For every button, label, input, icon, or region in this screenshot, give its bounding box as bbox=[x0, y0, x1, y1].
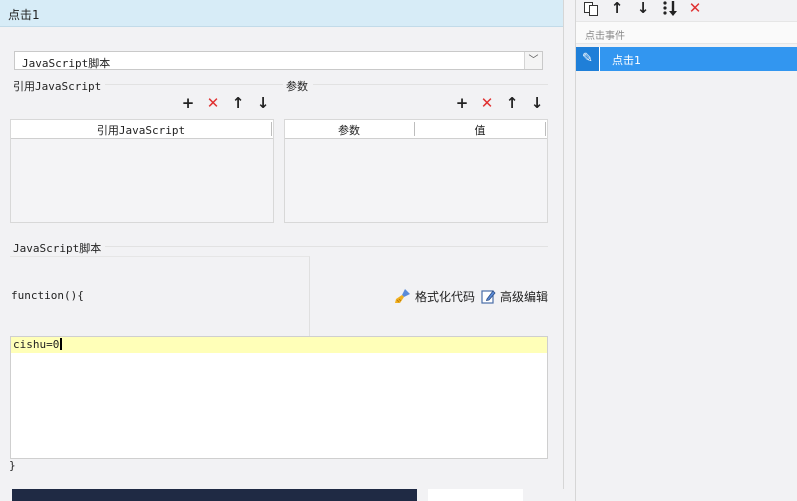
params-delete-icon[interactable]: ✕ bbox=[479, 95, 495, 111]
ref-js-add-icon[interactable]: + bbox=[180, 95, 196, 111]
format-code-button[interactable]: 格式化代码 bbox=[394, 288, 475, 305]
pencil-icon[interactable]: ✎ bbox=[576, 47, 600, 71]
code-line-1[interactable]: cishu=0 bbox=[13, 338, 63, 351]
format-code-label: 格式化代码 bbox=[415, 290, 476, 304]
event-list-panel: ↑ ↓ ✕ 点击事件 ✎ 点击1 bbox=[575, 0, 797, 501]
column-separator bbox=[271, 122, 272, 136]
script-type-select[interactable]: JavaScript脚本 ﹀ bbox=[14, 51, 543, 70]
event-toolbar: ↑ ↓ ✕ bbox=[576, 0, 797, 20]
column-separator bbox=[545, 122, 546, 136]
move-to-bottom-icon[interactable] bbox=[661, 0, 681, 16]
params-add-icon[interactable]: + bbox=[454, 95, 470, 111]
editor-title: 点击1 bbox=[8, 8, 40, 22]
current-line-highlight bbox=[11, 337, 547, 353]
advanced-edit-label: 高级编辑 bbox=[500, 290, 549, 304]
copy-icon[interactable] bbox=[583, 1, 599, 17]
editor-title-bar: 点击1 bbox=[0, 0, 563, 27]
ref-js-column-header: 引用JavaScript bbox=[96, 124, 186, 137]
event-list-title: 点击事件 bbox=[585, 31, 625, 42]
ref-js-section-label: 引用JavaScript bbox=[13, 78, 106, 94]
ref-js-move-down-icon[interactable]: ↓ bbox=[255, 95, 271, 111]
event-delete-icon[interactable]: ✕ bbox=[687, 0, 703, 16]
params-table[interactable]: 参数 值 bbox=[284, 119, 548, 223]
event-move-down-icon[interactable]: ↓ bbox=[635, 0, 651, 16]
event-item-label: 点击1 bbox=[612, 54, 641, 67]
ref-js-table[interactable]: 引用JavaScript bbox=[10, 119, 274, 223]
event-move-up-icon[interactable]: ↑ bbox=[609, 0, 625, 16]
background-window-strip-light bbox=[428, 489, 523, 501]
params-move-up-icon[interactable]: ↑ bbox=[504, 95, 520, 111]
text-caret bbox=[60, 338, 63, 350]
params-section-label: 参数 bbox=[286, 78, 312, 94]
event-list-item[interactable]: ✎ 点击1 bbox=[576, 47, 797, 71]
section-divider bbox=[97, 84, 283, 85]
ref-js-table-header: 引用JavaScript bbox=[11, 120, 273, 139]
code-editor[interactable]: cishu=0 bbox=[10, 336, 548, 459]
background-window-strip bbox=[12, 489, 417, 501]
params-table-header: 参数 值 bbox=[285, 120, 547, 139]
function-close: } bbox=[9, 459, 16, 472]
script-section-label: JavaScript脚本 bbox=[13, 240, 106, 256]
params-column-value: 值 bbox=[474, 124, 486, 137]
params-column-name: 参数 bbox=[338, 124, 360, 137]
event-editor-panel: 点击1 JavaScript脚本 ﹀ 引用JavaScript + ✕ ↑ ↓ … bbox=[0, 0, 564, 501]
params-move-down-icon[interactable]: ↓ bbox=[529, 95, 545, 111]
section-divider bbox=[97, 246, 548, 247]
edit-document-icon bbox=[481, 290, 496, 304]
ref-js-move-up-icon[interactable]: ↑ bbox=[230, 95, 246, 111]
script-type-value: JavaScript脚本 bbox=[22, 57, 111, 70]
broom-icon bbox=[395, 289, 410, 303]
ref-js-delete-icon[interactable]: ✕ bbox=[205, 95, 221, 111]
advanced-edit-button[interactable]: 高级编辑 bbox=[481, 288, 548, 305]
section-divider bbox=[313, 84, 548, 85]
event-list-header: 点击事件 bbox=[576, 21, 797, 44]
chevron-down-icon[interactable]: ﹀ bbox=[524, 52, 542, 69]
function-open: function(){ bbox=[11, 289, 84, 302]
